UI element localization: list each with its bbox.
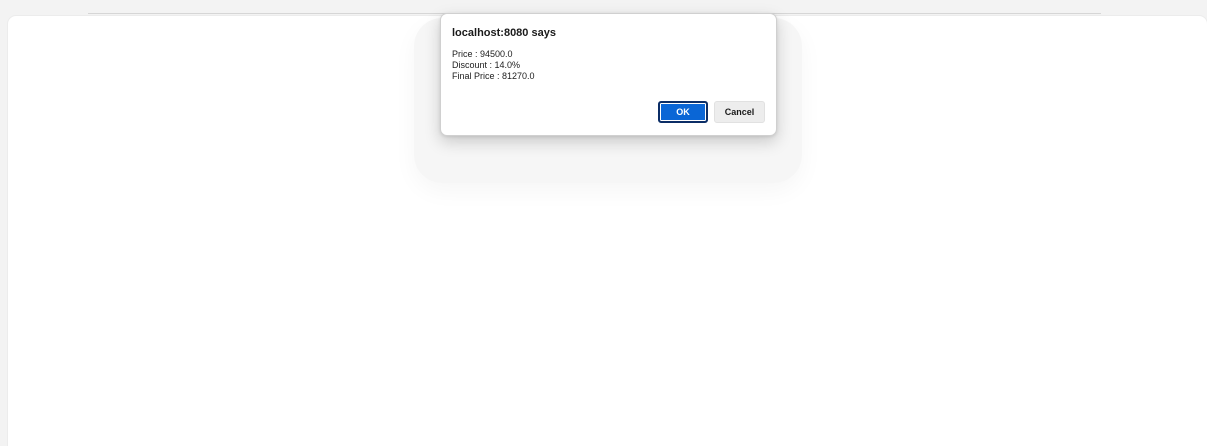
alert-dialog: localhost:8080 says Price : 94500.0 Disc… xyxy=(440,13,777,136)
discount-line: Discount : 14.0% xyxy=(452,60,521,70)
dialog-title: localhost:8080 says xyxy=(452,27,556,39)
dialog-message: Price : 94500.0 Discount : 14.0% Final P… xyxy=(452,49,535,82)
cancel-button[interactable]: Cancel xyxy=(714,101,765,123)
ok-button[interactable]: OK xyxy=(658,101,708,123)
final-price-line: Final Price : 81270.0 xyxy=(452,71,535,81)
price-line: Price : 94500.0 xyxy=(452,49,513,59)
